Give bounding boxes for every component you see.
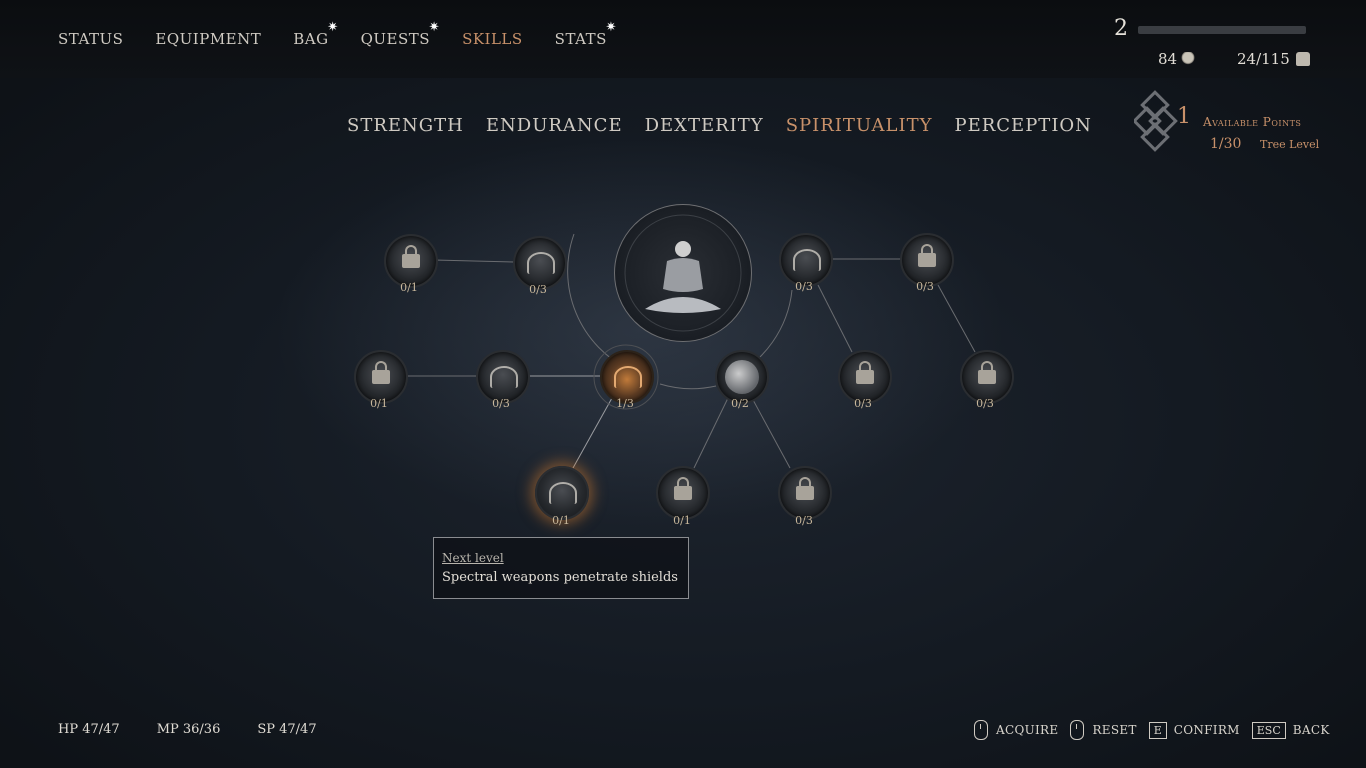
control-hints: ACQUIRE RESET E CONFIRM ESC BACK	[974, 720, 1342, 740]
skill-node-5-count: 0/1	[370, 397, 388, 410]
skill-node-3[interactable]	[779, 233, 833, 287]
skill-node-11[interactable]	[535, 466, 589, 520]
skill-node-2[interactable]	[513, 236, 567, 290]
skill-node-12[interactable]	[656, 466, 710, 520]
flame-icon	[793, 249, 821, 271]
lock-icon	[796, 477, 814, 500]
sp-stat: SP 47/47	[257, 722, 317, 737]
lock-icon	[372, 361, 390, 384]
lock-icon	[978, 361, 996, 384]
skill-node-11-count: 0/1	[552, 514, 570, 527]
skill-node-10-count: 0/3	[976, 397, 994, 410]
lock-icon	[856, 361, 874, 384]
skill-node-12-count: 0/1	[673, 514, 691, 527]
skill-node-2-count: 0/3	[529, 283, 547, 296]
orb-icon	[725, 360, 759, 394]
confirm-button[interactable]: CONFIRM	[1174, 723, 1240, 737]
skill-node-1-count: 0/1	[400, 281, 418, 294]
flame-icon	[527, 252, 555, 274]
player-stats: HP 47/47 MP 36/36 SP 47/47	[58, 722, 354, 737]
flame-icon	[614, 366, 642, 388]
skill-tooltip: Next level Spectral weapons penetrate sh…	[433, 537, 689, 599]
skill-node-7[interactable]	[600, 350, 654, 404]
skill-node-5[interactable]	[354, 350, 408, 404]
reset-button[interactable]: RESET	[1092, 723, 1136, 737]
skill-node-13[interactable]	[778, 466, 832, 520]
skill-node-8-count: 0/2	[731, 397, 749, 410]
hp-stat: HP 47/47	[58, 722, 120, 737]
skill-node-10[interactable]	[960, 350, 1014, 404]
meditating-figure-portrait	[614, 204, 752, 342]
mouse-right-icon	[1070, 720, 1085, 740]
tooltip-body: Spectral weapons penetrate shields	[442, 570, 678, 585]
skill-node-3-count: 0/3	[795, 280, 813, 293]
skill-node-9[interactable]	[838, 350, 892, 404]
acquire-button[interactable]: ACQUIRE	[996, 723, 1058, 737]
flame-icon	[490, 366, 518, 388]
skill-node-7-count: 1/3	[616, 397, 634, 410]
skill-node-1[interactable]	[384, 234, 438, 288]
skill-node-4[interactable]	[900, 233, 954, 287]
back-button[interactable]: BACK	[1293, 723, 1330, 737]
meditation-icon	[624, 214, 742, 332]
skill-node-8[interactable]	[715, 350, 769, 404]
key-esc-icon: ESC	[1251, 721, 1286, 739]
skill-tree-connections	[405, 233, 976, 469]
skill-node-6-count: 0/3	[492, 397, 510, 410]
mp-stat: MP 36/36	[156, 722, 221, 737]
skill-node-9-count: 0/3	[854, 397, 872, 410]
key-e-icon: E	[1148, 721, 1167, 739]
lock-icon	[402, 245, 420, 268]
skill-node-6[interactable]	[476, 350, 530, 404]
skill-node-13-count: 0/3	[795, 514, 813, 527]
skill-node-4-count: 0/3	[916, 280, 934, 293]
lock-icon	[674, 477, 692, 500]
shield-icon	[549, 482, 577, 504]
mouse-left-icon	[974, 720, 988, 740]
lock-icon	[918, 244, 936, 267]
tooltip-title: Next level	[442, 551, 504, 565]
